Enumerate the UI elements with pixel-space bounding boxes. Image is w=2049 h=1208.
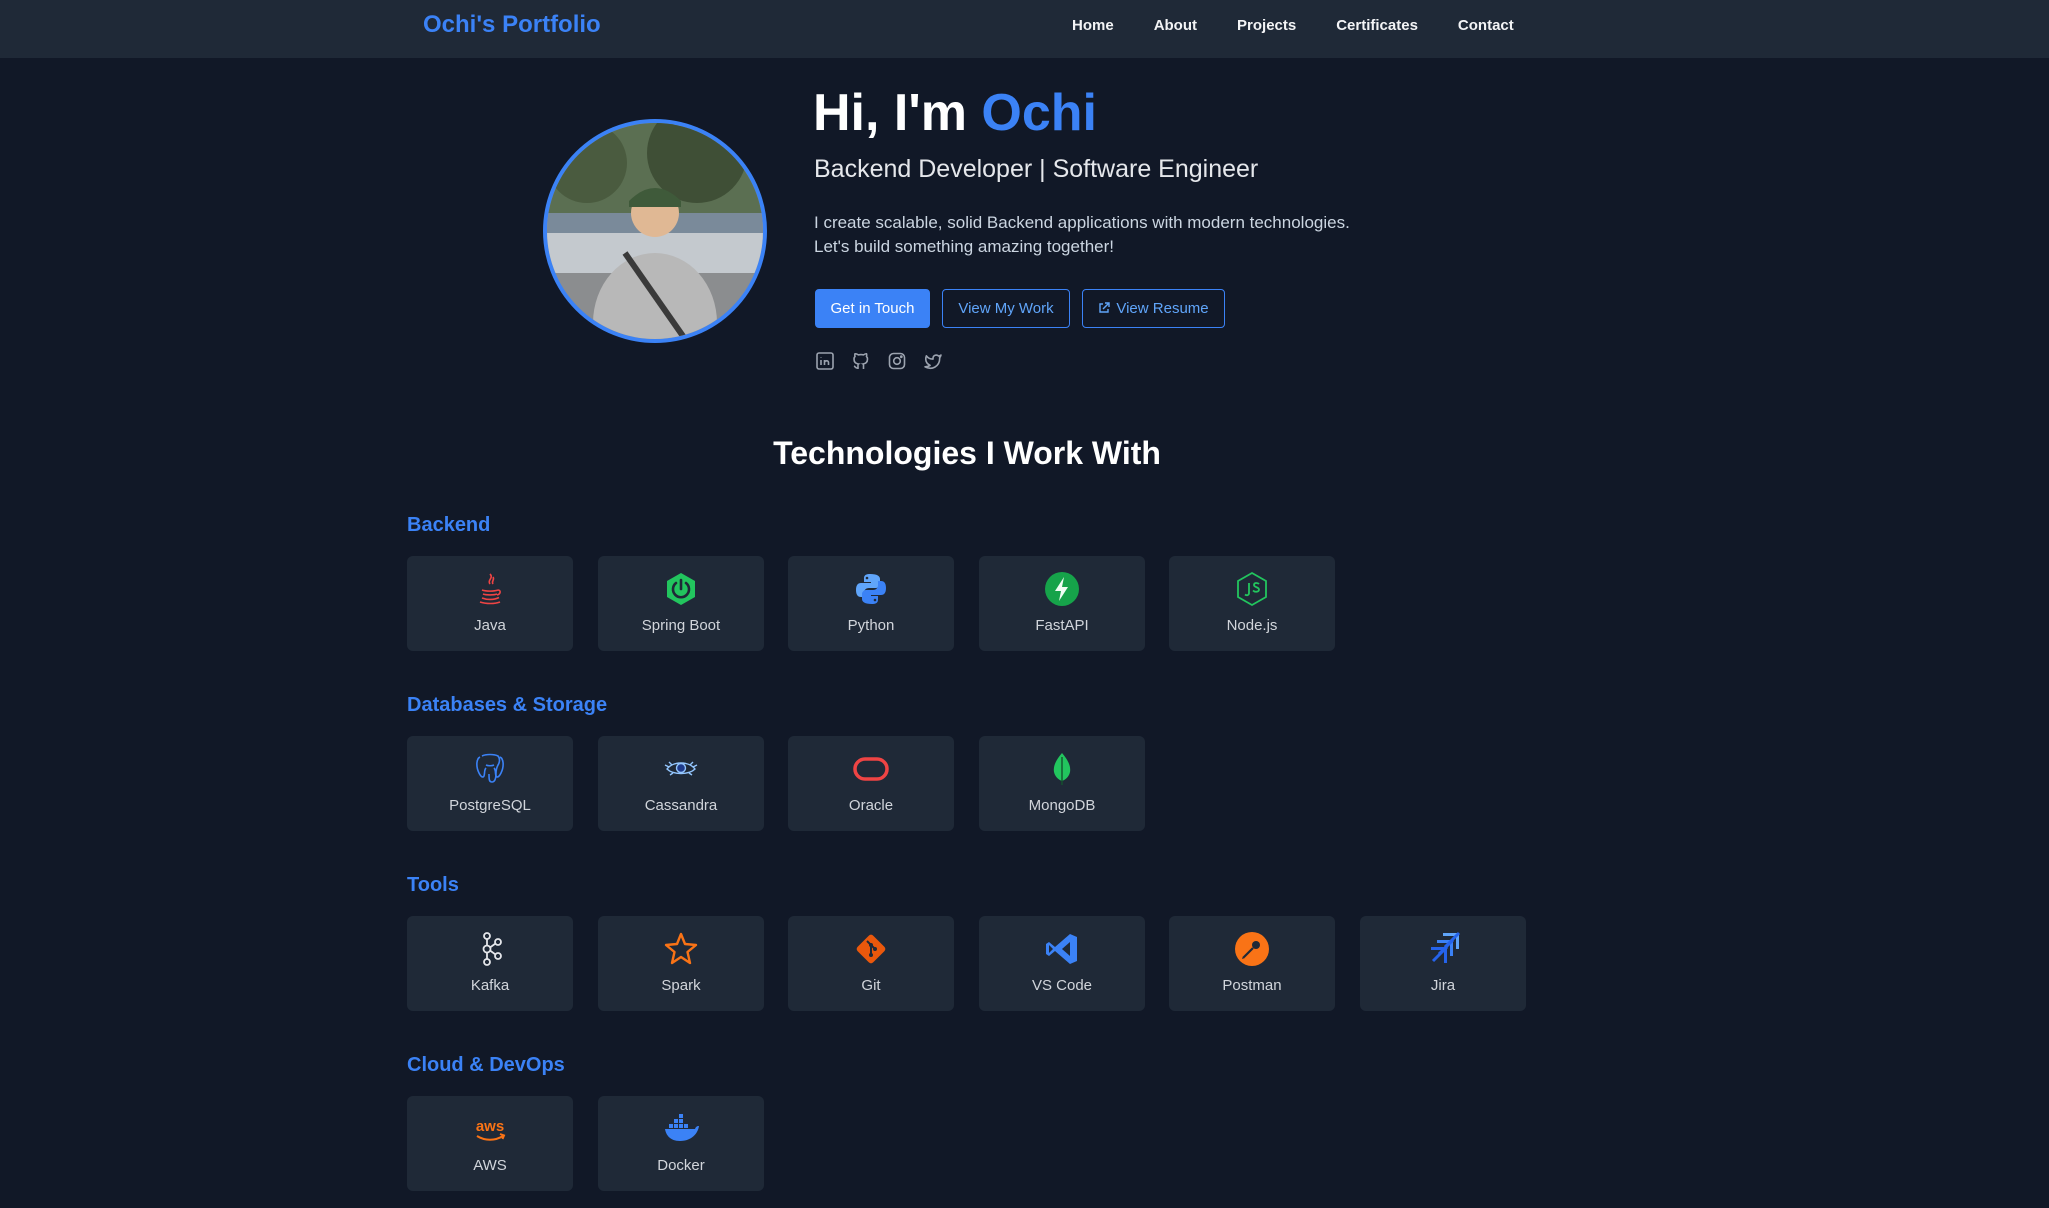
tech-card-python: Python — [788, 556, 954, 651]
vscode-icon — [1044, 931, 1080, 967]
spark-icon — [663, 931, 699, 967]
mongodb-icon — [1044, 751, 1080, 787]
hero-heading: Hi, I'm Ochi — [813, 82, 1097, 144]
jira-icon — [1425, 931, 1461, 967]
tech-card-spark: Spark — [598, 916, 764, 1011]
view-resume-label: View Resume — [1116, 300, 1209, 317]
tech-card-jira: Jira — [1360, 916, 1526, 1011]
social-links — [815, 351, 943, 371]
category-title-backend: Backend — [407, 514, 491, 536]
fastapi-icon — [1044, 571, 1080, 607]
tech-label: Jira — [1430, 977, 1456, 994]
tech-card-cassandra: Cassandra — [598, 736, 764, 831]
spring-boot-icon — [663, 571, 699, 607]
postman-icon — [1234, 931, 1270, 967]
python-icon — [853, 571, 889, 607]
instagram-icon[interactable] — [887, 351, 907, 371]
tech-label: Kafka — [470, 977, 510, 994]
category-title-tools: Tools — [407, 874, 459, 896]
nav-links: Home About Projects Certificates Contact — [1072, 16, 1554, 36]
nodejs-icon — [1234, 571, 1270, 607]
technologies-heading: Technologies I Work With — [773, 435, 1161, 471]
tech-card-postman: Postman — [1169, 916, 1335, 1011]
linkedin-icon[interactable] — [815, 351, 835, 371]
tech-label: Cassandra — [644, 797, 718, 814]
tech-label: Git — [861, 977, 881, 994]
hero-description-line-1: I create scalable, solid Backend applica… — [814, 213, 1350, 232]
view-my-work-button[interactable]: View My Work — [942, 289, 1070, 328]
tech-card-aws: aws AWS — [407, 1096, 573, 1191]
tech-label: Oracle — [848, 797, 894, 814]
tech-label: AWS — [473, 1157, 507, 1174]
category-title-databases: Databases & Storage — [407, 694, 608, 716]
tech-label: Java — [474, 617, 506, 634]
hero-subtitle: Backend Developer | Software Engineer — [814, 155, 1259, 183]
tech-card-oracle: Oracle — [788, 736, 954, 831]
nav-link-certificates[interactable]: Certificates — [1336, 16, 1418, 36]
brand-logo-link[interactable]: Ochi's Portfolio — [423, 10, 601, 40]
twitter-icon[interactable] — [923, 351, 943, 371]
github-icon[interactable] — [851, 351, 871, 371]
get-in-touch-button[interactable]: Get in Touch — [815, 289, 930, 328]
aws-icon: aws — [472, 1111, 508, 1147]
kafka-icon — [472, 931, 508, 967]
top-navbar: Ochi's Portfolio Home About Projects Cer… — [0, 0, 2049, 58]
tech-card-java: Java — [407, 556, 573, 651]
tech-card-fastapi: FastAPI — [979, 556, 1145, 651]
cassandra-icon — [663, 751, 699, 787]
tech-label: Docker — [657, 1157, 705, 1174]
tech-label: MongoDB — [1028, 797, 1096, 814]
tech-label: Postman — [1222, 977, 1282, 994]
nav-link-home[interactable]: Home — [1072, 16, 1114, 36]
git-icon — [853, 931, 889, 967]
tech-label: PostgreSQL — [449, 797, 531, 814]
tech-label: Spark — [661, 977, 701, 994]
nav-link-projects[interactable]: Projects — [1237, 16, 1296, 36]
tech-label: Node.js — [1226, 617, 1278, 634]
tech-card-docker: Docker — [598, 1096, 764, 1191]
tech-card-vscode: VS Code — [979, 916, 1145, 1011]
hero-greeting: Hi, I'm — [813, 84, 982, 142]
svg-text:aws: aws — [476, 1118, 504, 1135]
tech-label: Python — [847, 617, 895, 634]
tech-card-postgresql: PostgreSQL — [407, 736, 573, 831]
profile-photo — [543, 119, 767, 343]
tech-card-spring-boot: Spring Boot — [598, 556, 764, 651]
nav-link-contact[interactable]: Contact — [1458, 16, 1514, 36]
oracle-icon — [853, 751, 889, 787]
postgresql-icon — [472, 751, 508, 787]
tech-label: VS Code — [1031, 977, 1093, 994]
hero-name: Ochi — [981, 84, 1097, 142]
tech-card-kafka: Kafka — [407, 916, 573, 1011]
docker-icon — [663, 1111, 699, 1147]
category-title-cloud-devops: Cloud & DevOps — [407, 1054, 565, 1076]
tech-card-mongodb: MongoDB — [979, 736, 1145, 831]
tech-label: FastAPI — [1035, 617, 1089, 634]
tech-card-nodejs: Node.js — [1169, 556, 1335, 651]
view-resume-button[interactable]: View Resume — [1082, 289, 1225, 328]
tech-card-git: Git — [788, 916, 954, 1011]
hero-description: I create scalable, solid Backend applica… — [814, 211, 1414, 259]
hero-description-line-2: Let's build something amazing together! — [814, 237, 1114, 256]
nav-link-about[interactable]: About — [1154, 16, 1197, 36]
external-link-icon — [1098, 291, 1111, 328]
java-icon — [472, 571, 508, 607]
tech-label: Spring Boot — [641, 617, 721, 634]
